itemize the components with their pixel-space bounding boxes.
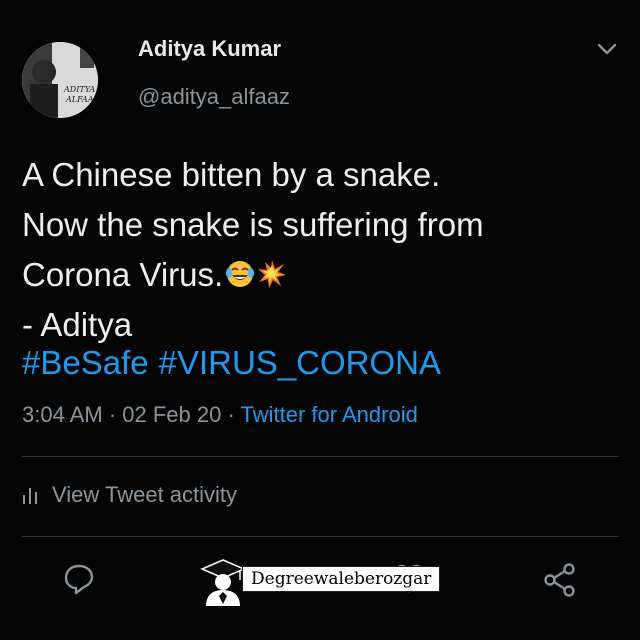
tweet-line: Now the snake is suffering from	[22, 206, 484, 243]
avatar[interactable]: ADITYA ALFAAZ	[22, 42, 98, 118]
reply-icon[interactable]	[62, 562, 96, 596]
watermark: Degreewaleberozgar	[198, 556, 441, 608]
divider	[22, 536, 619, 537]
chevron-down-icon[interactable]	[596, 40, 618, 58]
tweet-source[interactable]: Twitter for Android	[241, 402, 418, 427]
divider	[22, 456, 619, 457]
activity-label: View Tweet activity	[52, 482, 238, 507]
hashtag-link[interactable]: #VIRUS_CORONA	[159, 344, 441, 381]
face-with-tears-of-joy-icon	[226, 261, 255, 287]
meta-separator: ·	[102, 402, 123, 427]
tweet-line: A Chinese bitten by a snake.	[22, 156, 441, 193]
analytics-icon	[23, 488, 37, 504]
tweet-meta: 3:04 AM · 02 Feb 20 · Twitter for Androi…	[22, 402, 418, 428]
user-handle[interactable]: @aditya_alfaaz	[138, 84, 290, 110]
meta-separator: ·	[221, 402, 241, 427]
tweet-text: A Chinese bitten by a snake. Now the sna…	[22, 150, 622, 350]
hashtag-link[interactable]: #BeSafe	[22, 344, 149, 381]
tweet-date[interactable]: 02 Feb 20	[122, 402, 221, 427]
svg-text:ADITYA: ADITYA	[63, 85, 95, 94]
graduate-icon	[200, 559, 246, 606]
tweet-line: Corona Virus.	[22, 250, 622, 300]
avatar-image: ADITYA ALFAAZ	[22, 42, 98, 118]
tweet-time[interactable]: 3:04 AM	[22, 402, 103, 427]
hashtags: #BeSafe #VIRUS_CORONA	[22, 338, 451, 388]
collision-icon	[258, 260, 287, 288]
watermark-text: Degreewaleberozgar	[242, 566, 441, 592]
share-icon[interactable]	[542, 562, 578, 598]
display-name[interactable]: Aditya Kumar	[138, 36, 281, 62]
view-tweet-activity[interactable]: View Tweet activity	[22, 482, 237, 508]
tweet-line-text: Corona Virus.	[22, 256, 224, 293]
svg-text:ALFAAZ: ALFAAZ	[65, 95, 98, 104]
